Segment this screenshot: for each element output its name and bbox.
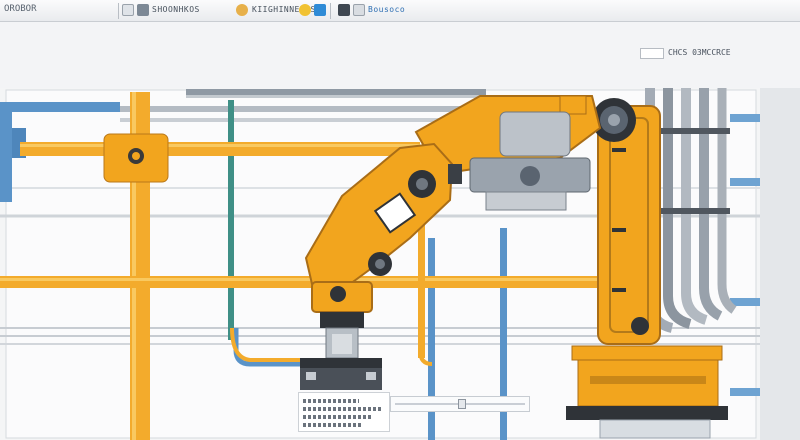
redo-icon[interactable]: [314, 4, 326, 16]
undo-icon[interactable]: [299, 4, 311, 16]
timeline-slider[interactable]: [390, 396, 530, 412]
new-icon[interactable]: [122, 4, 134, 16]
properties-label: CHCS 03MCCRCE: [668, 48, 731, 57]
toolbar-separator: [330, 3, 331, 19]
main-toolbar: OROBOR SHOONHKOS KIIGHINNENES Bousoco: [0, 0, 800, 22]
panel-text-line: [303, 407, 383, 411]
teal-pipe: [228, 100, 234, 340]
info-panel: [298, 392, 390, 432]
panel-text-line: [303, 423, 363, 427]
save-icon[interactable]: [236, 4, 248, 16]
robot-column: [592, 98, 661, 345]
robot-arm-scene: [0, 88, 800, 440]
app-title: OROBOR: [4, 4, 37, 14]
toolbar-separator: [118, 3, 119, 19]
toolbar-group-a[interactable]: SHOONHKOS: [152, 5, 200, 14]
open-icon[interactable]: [137, 4, 149, 16]
toolbar-group-c[interactable]: Bousoco: [368, 5, 405, 14]
properties-button[interactable]: [640, 48, 664, 59]
pipe-coupling: [103, 133, 169, 183]
grid-icon[interactable]: [353, 4, 365, 16]
panel-text-line: [303, 399, 359, 403]
panel-text-line: [303, 415, 373, 419]
timeline-knob[interactable]: [458, 399, 467, 409]
help-icon[interactable]: [338, 4, 350, 16]
